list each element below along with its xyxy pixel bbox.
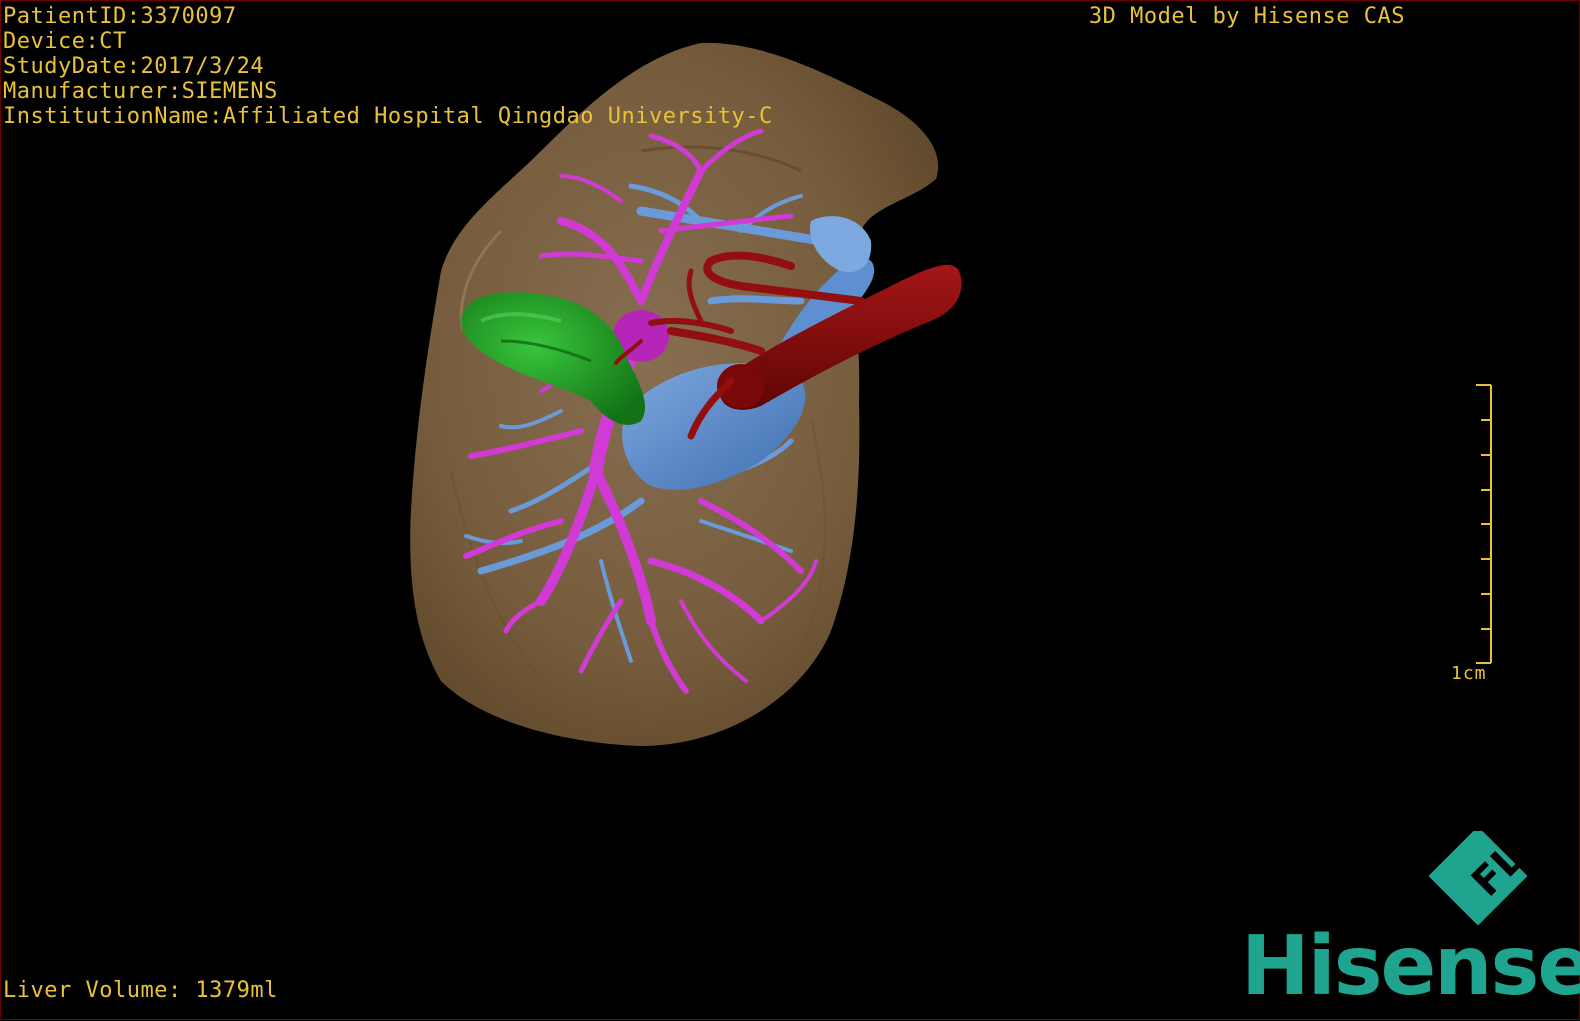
liver-3d-model[interactable] [1, 1, 1580, 1021]
hisense-wordmark: Hisense [1241, 919, 1580, 1014]
3d-viewport[interactable]: PatientID:3370097 Device:CT StudyDate:20… [0, 0, 1580, 1020]
patient-info-panel: PatientID:3370097 Device:CT StudyDate:20… [3, 4, 773, 129]
scale-bar [1476, 384, 1492, 664]
patient-id-label: PatientID:3370097 [3, 4, 237, 29]
model-credit-label: 3D Model by Hisense CAS [1088, 4, 1405, 29]
institution-label: InstitutionName:Affiliated Hospital Qing… [3, 104, 773, 129]
study-date-label: StudyDate:2017/3/24 [3, 54, 265, 79]
scale-bar-label: 1cm [1451, 663, 1487, 684]
manufacturer-label: Manufacturer:SIEMENS [3, 79, 278, 104]
device-label: Device:CT [3, 29, 127, 54]
liver-volume-label: Liver Volume: 1379ml [3, 978, 278, 1003]
